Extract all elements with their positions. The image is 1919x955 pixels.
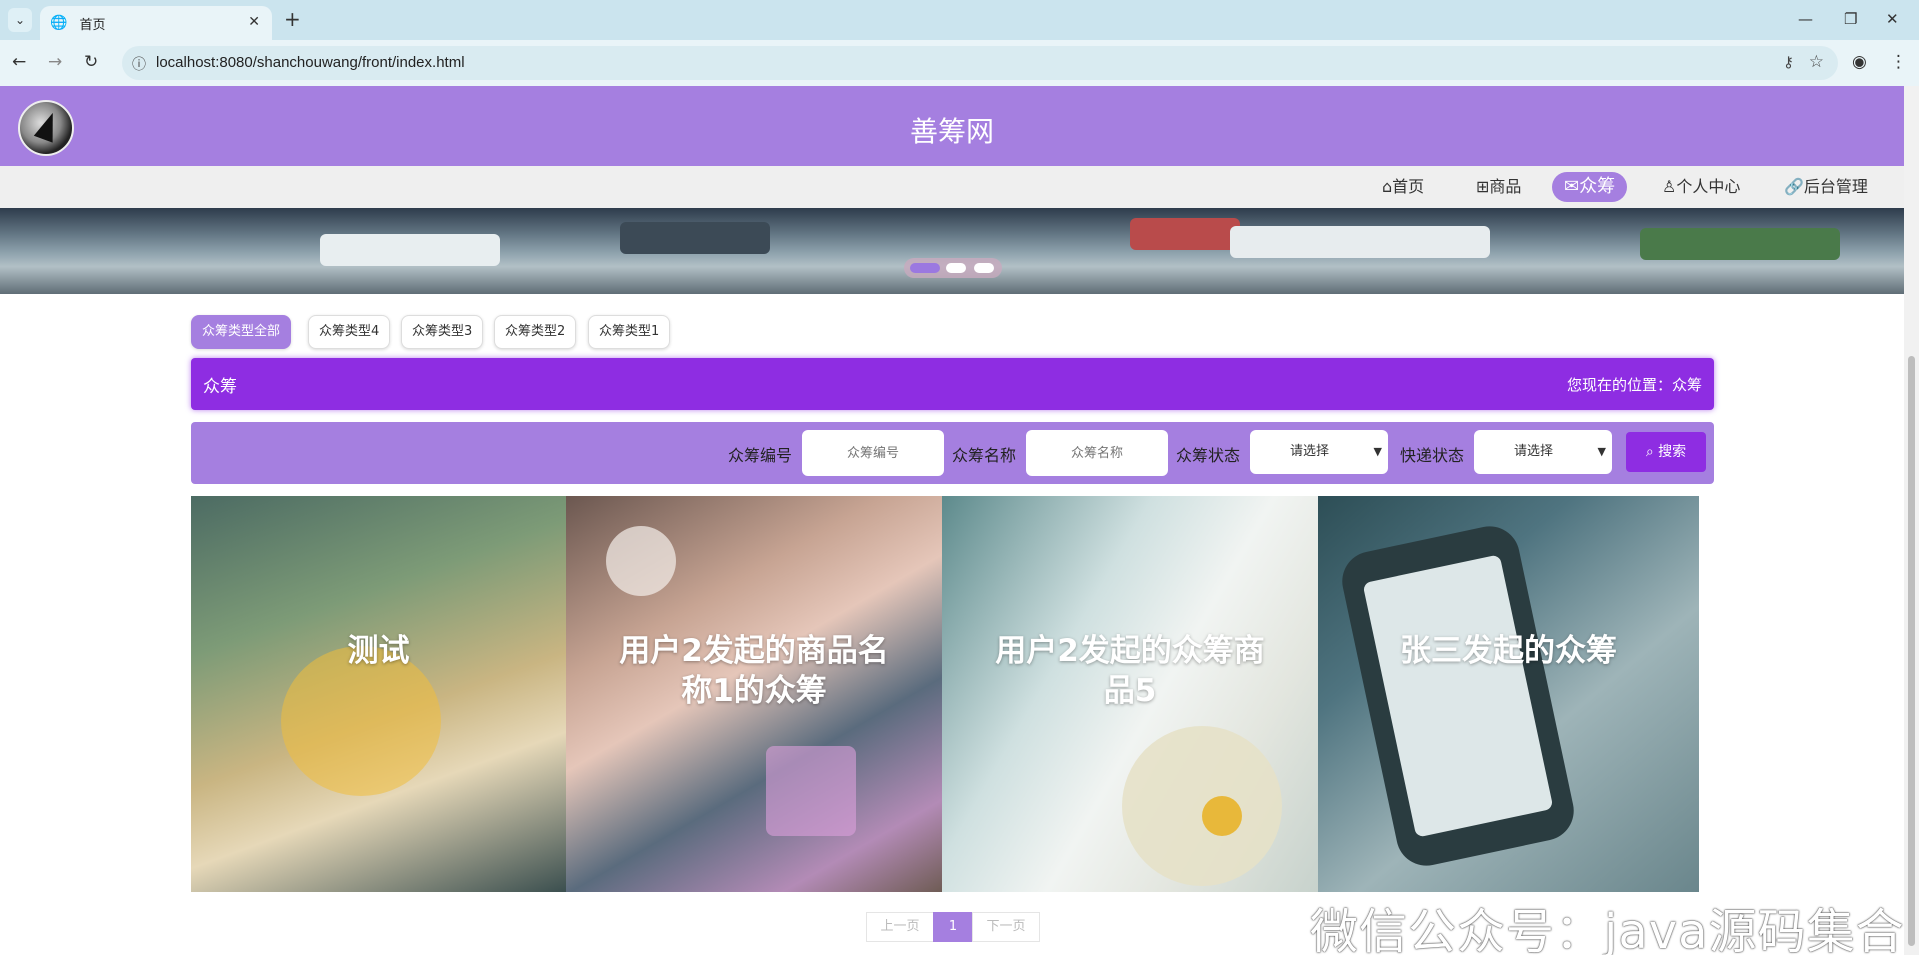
search-icon: ⌕ [1645,444,1654,460]
category-type3[interactable]: 众筹类型3 [401,315,484,349]
nav-crowdfunding[interactable]: ✉众筹 [1552,172,1628,202]
pendant-image [1202,796,1242,836]
carousel-indicators [904,258,1002,278]
number-label: 众筹编号 [728,446,793,465]
site-header: 善筹网 [0,86,1904,166]
nav-home[interactable]: ⌂首页 [1374,172,1432,202]
category-type1[interactable]: 众筹类型1 [588,315,671,349]
status-select[interactable]: 请选择 ▼ [1250,430,1388,474]
link-icon: 🔗 [1784,177,1804,196]
carousel-dot[interactable] [946,263,966,273]
crowdfunding-card[interactable]: 张三发起的众筹 [1318,496,1699,892]
page-number[interactable]: 1 [933,912,973,942]
card-title: 用户2发起的众筹商品5 [995,633,1265,709]
home-icon: ⌂ [1382,177,1393,196]
crowdfunding-card[interactable]: 用户2发起的众筹商品5 [942,496,1318,892]
section-title: 众筹 [203,377,237,397]
gift-icon: ⊞ [1476,177,1490,196]
minimize-icon[interactable]: — [1798,10,1813,28]
tab-title: 首页 [79,17,106,33]
forward-icon[interactable]: → [48,52,62,72]
url-field[interactable]: ⓘ localhost:8080/shanchouwang/front/inde… [122,46,1838,80]
user-icon: ♙ [1662,177,1677,196]
category-type4[interactable]: 众筹类型4 [308,315,391,349]
breadcrumb: 您现在的位置：众筹 [1566,376,1702,394]
status-label: 众筹状态 [1176,446,1241,465]
search-bar: 众筹编号 众筹名称 众筹状态 请选择 ▼ 快递状态 请选择 ▼ ⌕ 搜索 [191,422,1714,484]
browser-tab-strip: ⌄ 🌐 首页 ✕ + — ❐ ✕ [0,0,1919,40]
watermark: 微信公众号：java源码集合 [1310,904,1904,955]
address-bar: ← → ↻ ⓘ localhost:8080/shanchouwang/fron… [0,40,1919,86]
browser-tab[interactable]: 🌐 首页 ✕ [40,6,272,40]
globe-icon: 🌐 [50,15,68,31]
bookmark-star-icon[interactable]: ☆ [1809,52,1824,72]
name-label: 众筹名称 [952,446,1017,465]
banner-boat-image [1230,226,1490,258]
express-label: 快递状态 [1400,446,1465,465]
card-title: 测试 [347,633,410,669]
url-text: localhost:8080/shanchouwang/front/index.… [156,54,465,71]
window-close-icon[interactable]: ✕ [1886,10,1899,28]
necklace-image [1122,726,1282,886]
nav-user-center[interactable]: ♙个人中心 [1654,172,1748,202]
crowdfunding-card[interactable]: 用户2发起的商品名称1的众筹 [566,496,942,892]
site-title: 善筹网 [909,115,994,148]
category-all[interactable]: 众筹类型全部 [191,315,292,349]
crowdfunding-card[interactable]: 测试 [191,496,566,892]
page-content: 善筹网 ⌂首页 ⊞商品 ✉众筹 ♙个人中心 🔗后台管理 众筹类型全部 众筹类型4… [0,86,1904,955]
makeup-image [766,746,856,836]
banner-tree-image [1640,228,1840,260]
carousel-dot[interactable] [910,263,940,273]
restore-icon[interactable]: ❐ [1844,10,1857,28]
status-select-value: 请选择 [1290,444,1330,459]
back-icon[interactable]: ← [12,52,26,72]
mail-icon: ✉ [1564,176,1580,197]
new-tab-icon[interactable]: + [284,9,301,29]
banner-boat-image [620,222,770,254]
card-title: 张三发起的众筹 [1400,633,1617,669]
express-select-value: 请选择 [1514,444,1554,459]
site-info-icon[interactable]: ⓘ [132,54,146,74]
reload-icon[interactable]: ↻ [84,52,98,72]
banner-boat-image [1130,218,1240,250]
chevron-down-icon: ▼ [1373,445,1382,458]
main-nav: ⌂首页 ⊞商品 ✉众筹 ♙个人中心 🔗后台管理 [0,166,1904,208]
carousel-dot[interactable] [974,263,994,273]
category-type2[interactable]: 众筹类型2 [494,315,577,349]
express-select[interactable]: 请选择 ▼ [1474,430,1612,474]
banner-carousel[interactable] [0,208,1904,294]
scrollbar-thumb[interactable] [1908,356,1915,946]
password-key-icon[interactable]: ⚷ [1783,53,1794,71]
section-title-bar: 众筹 您现在的位置：众筹 [191,358,1714,410]
next-page-button[interactable]: 下一页 [972,912,1040,942]
search-button[interactable]: ⌕ 搜索 [1626,432,1706,472]
nav-admin[interactable]: 🔗后台管理 [1776,172,1876,202]
chevron-down-icon: ▼ [1597,445,1606,458]
number-input[interactable] [802,430,944,476]
makeup-image [606,526,676,596]
nav-goods[interactable]: ⊞商品 [1468,172,1529,202]
name-input[interactable] [1026,430,1168,476]
prev-page-button[interactable]: 上一页 [866,912,934,942]
tab-search-icon[interactable]: ⌄ [8,8,32,32]
banner-boat-image [320,234,500,266]
card-title: 用户2发起的商品名称1的众筹 [619,633,889,709]
profile-icon[interactable]: ◉ [1852,52,1867,72]
page-scrollbar[interactable] [1904,86,1919,955]
browser-menu-icon[interactable]: ⋮ [1890,52,1907,72]
close-tab-icon[interactable]: ✕ [248,14,260,30]
